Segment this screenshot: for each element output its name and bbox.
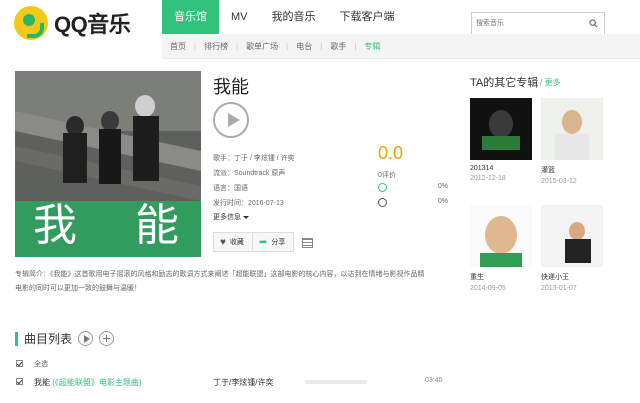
meta-release-date: 发行时间：2016-07-13 — [213, 200, 284, 207]
search-input[interactable] — [476, 16, 584, 31]
sub-nav: 首页 | 排行榜 | 歌单广场 | 电台 | 歌手 | 专辑 — [162, 34, 640, 59]
album-cover[interactable]: 我 能 — [15, 71, 201, 257]
album-thumbnail — [470, 205, 532, 267]
main-nav: 音乐馆 MV 我的音乐 下载客户端 — [162, 0, 407, 34]
nav-mv[interactable]: MV — [219, 0, 260, 34]
meta-genre: 流派：Soundtrack 原声 — [213, 170, 286, 177]
frown-icon — [378, 198, 387, 207]
song-popularity-bar — [305, 380, 367, 384]
nav-my-music[interactable]: 我的音乐 — [260, 0, 328, 34]
review-count: 0评价 — [378, 172, 396, 179]
song-singer[interactable]: 丁于/李炫锺/许奕 — [213, 377, 273, 388]
section-accent-bar — [15, 331, 18, 346]
subnav-charts[interactable]: 排行榜 — [196, 34, 236, 59]
smile-icon — [378, 183, 387, 192]
song-checkbox[interactable] — [16, 378, 23, 385]
album-title: 我能 — [213, 77, 249, 97]
other-album-card[interactable]: 灌篮 2015-03-12 — [541, 98, 603, 185]
meta-singer: 歌手：丁于 / 李炫锺 / 许奕 — [213, 155, 295, 162]
other-albums-more-link[interactable]: / 更多 — [540, 77, 560, 88]
search-icon[interactable] — [589, 19, 598, 28]
meta-language: 语言：国语 — [213, 185, 248, 192]
album-thumbnail — [541, 205, 603, 267]
share-arrow-icon: ➦ — [258, 236, 268, 248]
nav-download-client[interactable]: 下载客户端 — [328, 0, 407, 34]
add-to-list-icon[interactable] — [99, 331, 115, 346]
song-list-title: 曲目列表 — [24, 332, 73, 346]
play-button[interactable] — [213, 102, 249, 138]
album-thumbnail — [470, 98, 532, 160]
rating-like[interactable]: 0% — [378, 183, 448, 193]
subnav-albums[interactable]: 专辑 — [356, 34, 388, 59]
subnav-radio[interactable]: 电台 — [288, 34, 320, 59]
comment-icon[interactable] — [302, 237, 314, 248]
select-all-label: 全选 — [34, 361, 48, 368]
other-albums-title: TA的其它专辑 — [470, 77, 539, 89]
subnav-home[interactable]: 首页 — [162, 34, 194, 59]
nav-music-hall[interactable]: 音乐馆 — [162, 0, 219, 34]
subnav-playlists[interactable]: 歌单广场 — [238, 34, 286, 59]
heart-icon: ♥ — [220, 236, 226, 248]
share-button[interactable]: ➦ 分享 — [252, 232, 295, 252]
subnav-singers[interactable]: 歌手 — [322, 34, 354, 59]
collect-button[interactable]: ♥ 收藏 — [213, 232, 253, 252]
other-album-card[interactable]: 快递小王 2013-01-07 — [541, 205, 603, 292]
search-box — [471, 12, 605, 35]
logo-text: QQ音乐 — [54, 12, 131, 37]
song-title[interactable]: 我能 (《超能联盟》电影主题曲) — [34, 377, 142, 388]
music-note-logo-icon — [14, 6, 48, 40]
singer-link[interactable]: 丁于 / 李炫锺 / 许奕 — [234, 155, 295, 162]
song-duration: 03:40 — [425, 377, 443, 384]
album-score: 0.0 — [378, 143, 404, 163]
other-album-card[interactable]: 重生 2014-09-05 — [470, 205, 532, 292]
select-all-checkbox[interactable] — [16, 360, 23, 367]
song-list-header: 曲目列表 — [15, 330, 115, 347]
cover-title-text: 我 能 — [33, 200, 201, 251]
album-actions: ♥ 收藏 ➦ 分享 — [213, 232, 314, 252]
logo[interactable]: QQ音乐 — [14, 6, 131, 40]
play-all-icon[interactable] — [78, 331, 94, 346]
album-description: 专辑简介：《我能》这首歌用电子摇滚的风格和励志的歌词方式来阐述「超能联盟」这部电… — [15, 271, 425, 292]
chevron-down-icon — [243, 215, 249, 219]
album-thumbnail — [541, 98, 603, 160]
rating-dislike[interactable]: 0% — [378, 198, 448, 208]
other-album-card[interactable]: 201314 2012-12-18 — [470, 98, 532, 182]
more-info-toggle[interactable]: 更多信息 — [213, 212, 249, 222]
